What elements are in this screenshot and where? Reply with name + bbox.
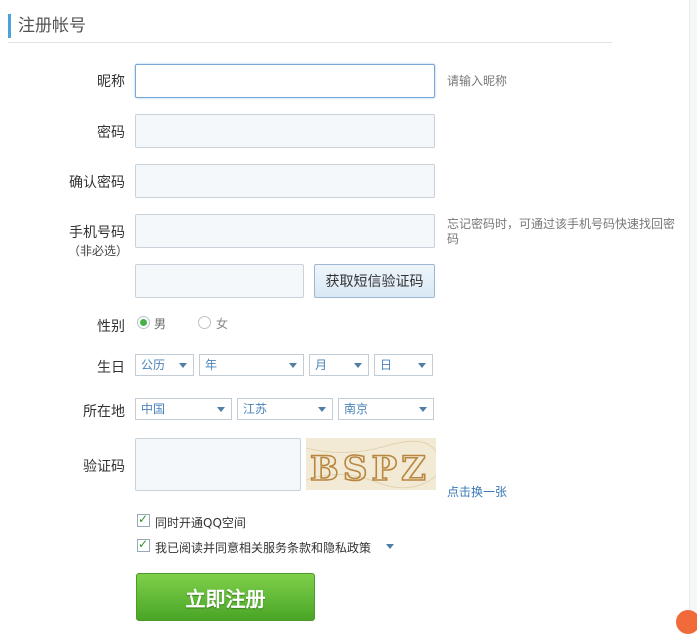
captcha-input[interactable] [135,438,301,491]
password-label: 密码 [97,125,125,141]
phone-optional-note: （非必选） [68,244,129,258]
location-label: 所在地 [83,404,125,420]
chevron-down-icon [354,363,362,368]
month-select[interactable]: 月 [309,354,369,376]
year-select[interactable]: 年 [199,354,304,376]
nickname-label: 昵称 [97,74,125,90]
confirm-password-label: 确认密码 [69,175,125,191]
agree-terms-label[interactable]: 我已阅读并同意相关服务条款和隐私政策 [155,539,371,556]
gender-female-label[interactable]: 女 [216,315,228,332]
province-select-value: 江苏 [243,402,268,416]
birthday-label: 生日 [97,360,125,376]
nickname-hint: 请输入昵称 [447,74,508,88]
gender-male-radio[interactable] [137,316,150,329]
year-select-value: 年 [205,358,218,372]
calendar-select[interactable]: 公历 [135,354,194,376]
province-select[interactable]: 江苏 [237,398,333,420]
phone-input[interactable] [135,214,435,248]
phone-label: 手机号码 [69,225,125,241]
refresh-captcha-link[interactable]: 点击换一张 [447,483,507,500]
chevron-down-icon [419,407,427,412]
sms-code-input[interactable] [135,264,304,298]
month-select-value: 月 [315,358,328,372]
confirm-password-input[interactable] [135,164,435,198]
city-select[interactable]: 南京 [338,398,434,420]
agree-terms-checkbox[interactable] [137,537,150,552]
header: 注册帐号 [8,12,612,43]
expand-terms-icon[interactable] [386,544,394,549]
open-qzone-label[interactable]: 同时开通QQ空间 [155,514,246,531]
open-qzone-checkbox[interactable] [137,512,150,527]
page-title: 注册帐号 [18,16,86,36]
nickname-input[interactable] [135,64,435,98]
gender-female-radio[interactable] [198,316,211,329]
password-input[interactable] [135,114,435,148]
captcha-label: 验证码 [83,459,125,475]
phone-hint: 忘记密码时，可通过该手机号码快速找回密码 [447,217,676,246]
title-accent-bar [8,14,11,38]
gender-label: 性别 [97,319,125,335]
day-select-value: 日 [380,358,393,372]
captcha-image-graphic: BSPZ [306,438,436,490]
chevron-down-icon [179,363,187,368]
captcha-image[interactable]: BSPZ [306,438,436,490]
floating-app-icon[interactable] [676,610,697,634]
day-select[interactable]: 日 [374,354,433,376]
country-select[interactable]: 中国 [135,398,232,420]
page-scrollbar[interactable] [689,0,697,627]
calendar-select-value: 公历 [141,358,166,372]
country-select-value: 中国 [141,402,166,416]
city-select-value: 南京 [344,402,369,416]
register-submit-button[interactable]: 立即注册 [136,573,315,621]
chevron-down-icon [217,407,225,412]
chevron-down-icon [318,407,326,412]
captcha-text: BSPZ [310,449,428,489]
gender-male-label[interactable]: 男 [154,315,166,332]
get-sms-code-button[interactable]: 获取短信验证码 [314,264,435,298]
chevron-down-icon [418,363,426,368]
chevron-down-icon [289,363,297,368]
